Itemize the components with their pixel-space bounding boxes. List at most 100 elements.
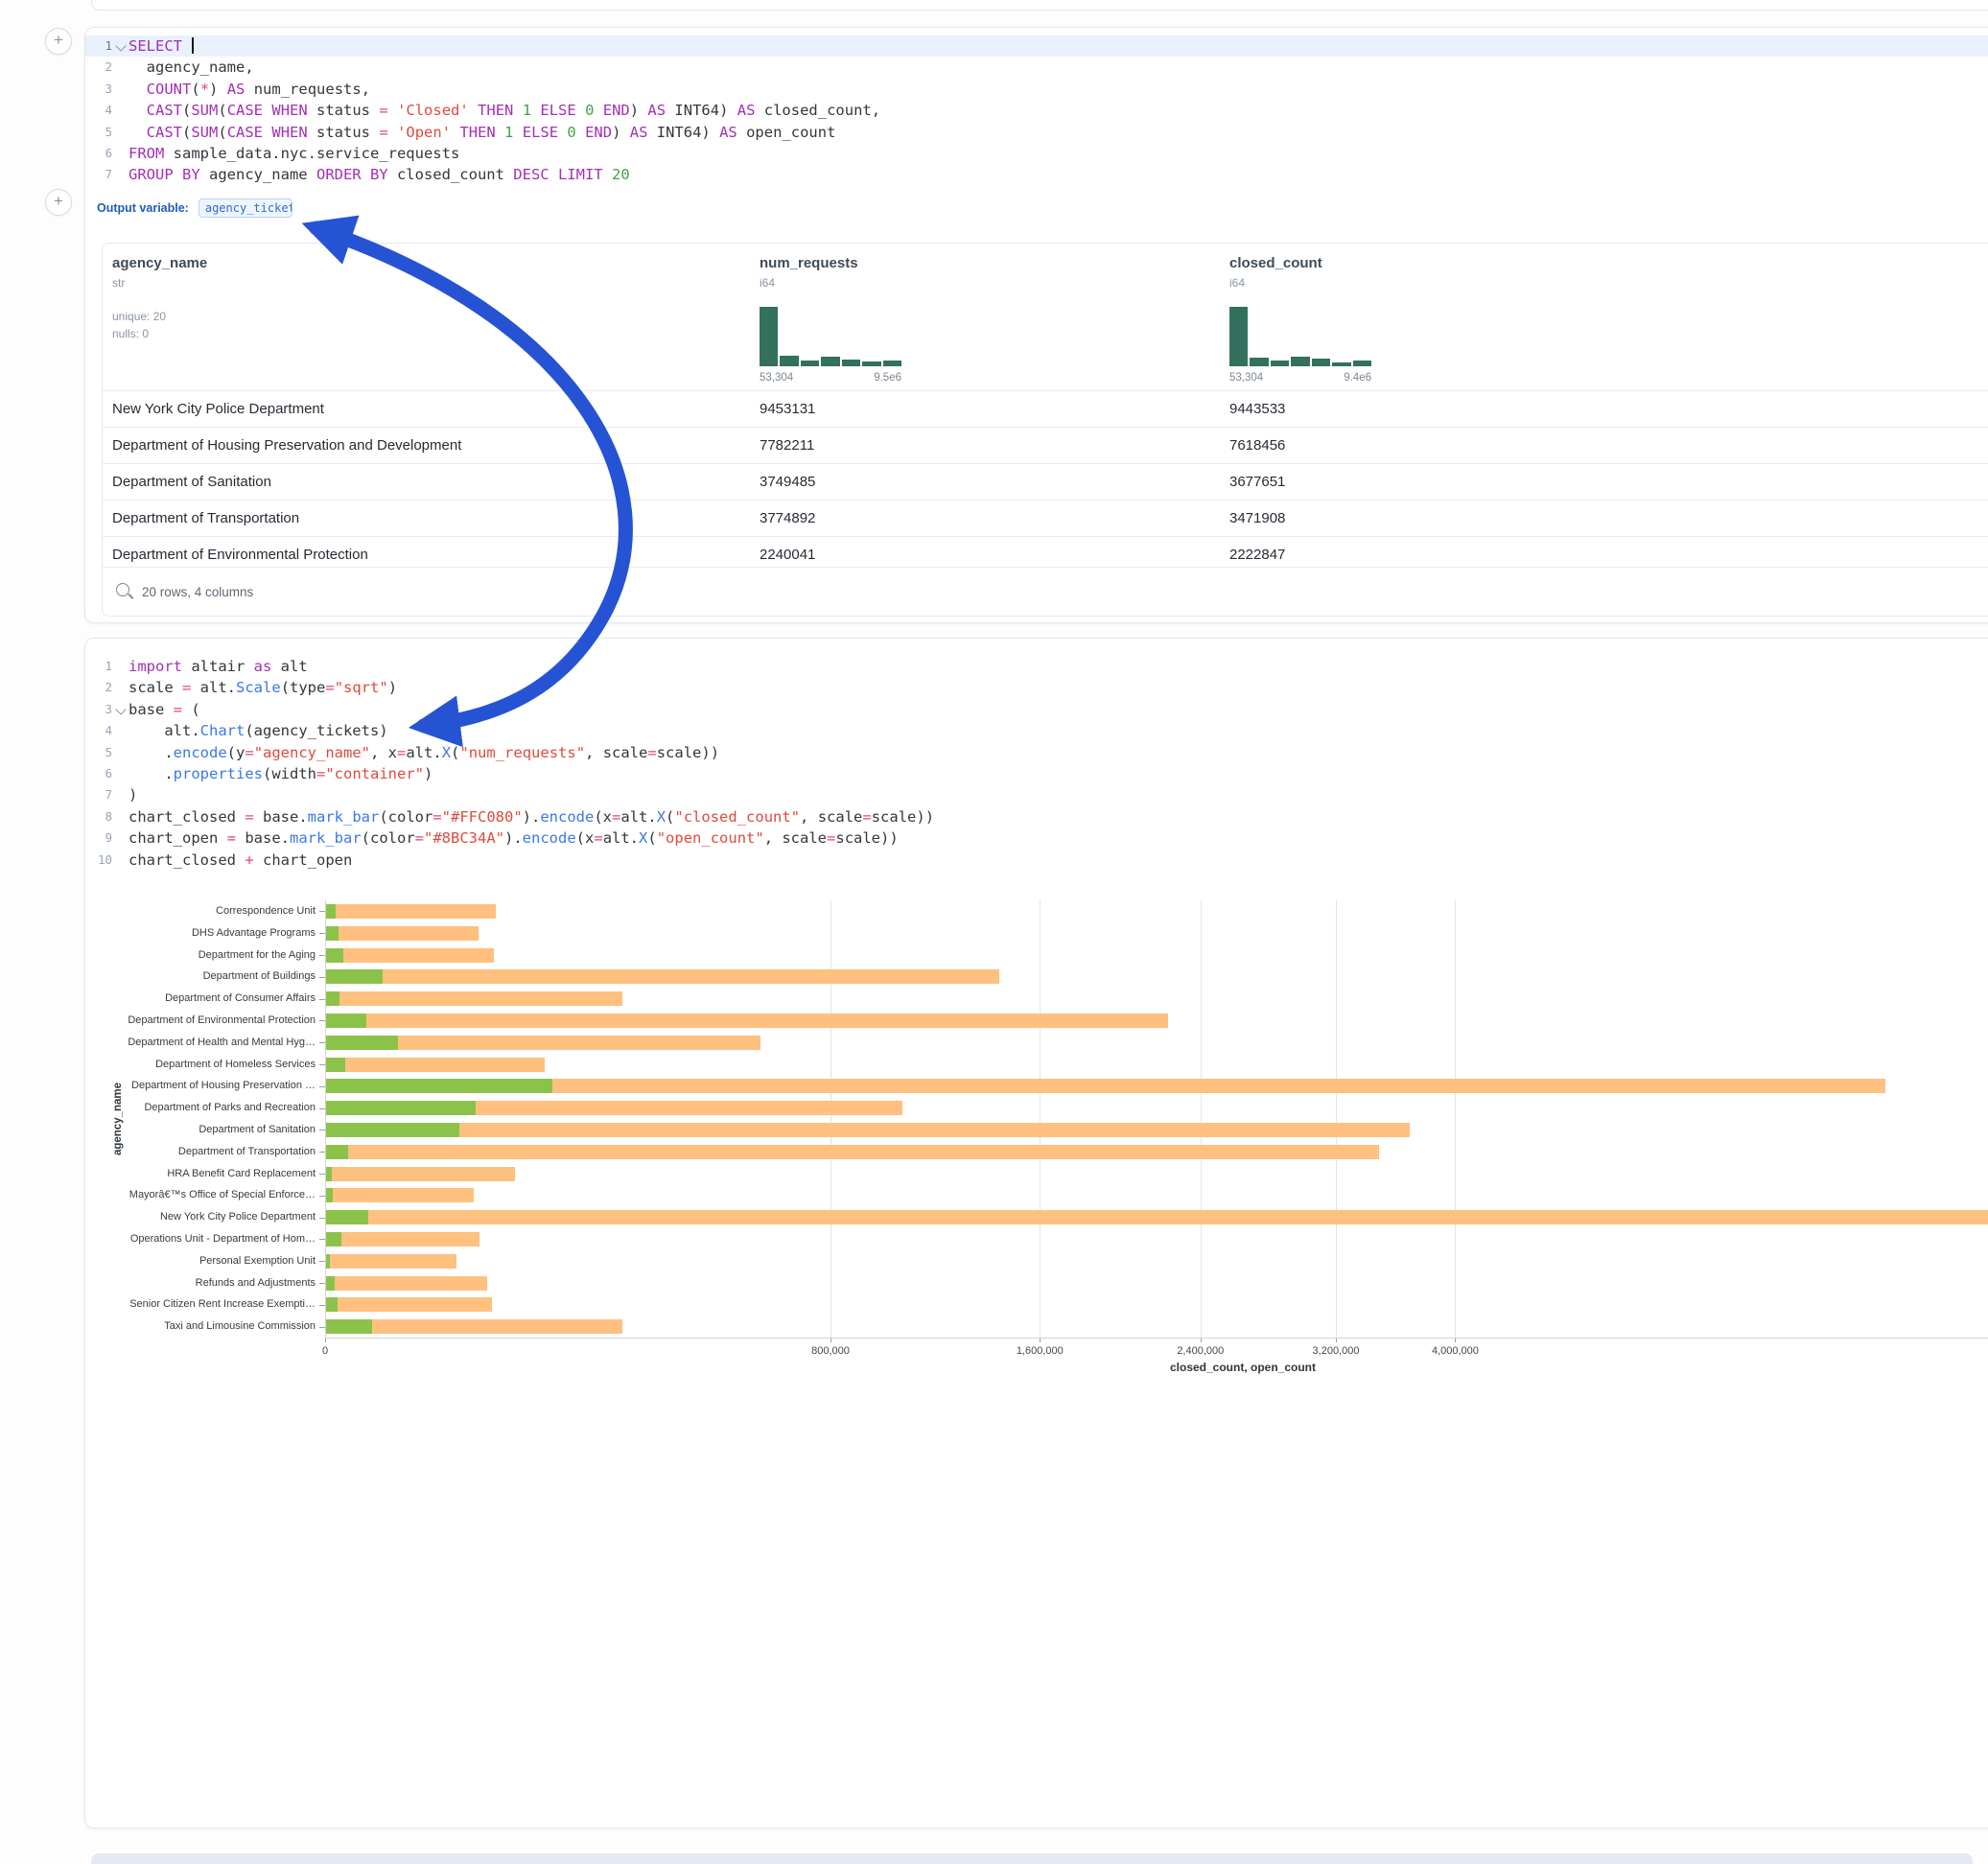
code-token: (agency_tickets) — [245, 722, 387, 739]
code-token: encode — [174, 744, 227, 761]
x-axis-line — [325, 1338, 1988, 1339]
code-text: scale = alt.Scale(type="sqrt") — [129, 677, 1988, 698]
search-button[interactable] — [116, 583, 129, 601]
line-number: 4 — [105, 720, 112, 741]
code-line[interactable]: 5 CAST(SUM(CASE WHEN status = 'Open' THE… — [85, 122, 1988, 143]
table-cell: Department of Transportation — [112, 501, 726, 536]
code-line[interactable]: 5 .encode(y="agency_name", x=alt.X("num_… — [85, 742, 1988, 763]
code-line[interactable]: 10chart_closed + chart_open — [85, 850, 1988, 871]
code-line[interactable]: 7GROUP BY agency_name ORDER BY closed_co… — [85, 164, 1988, 185]
histogram-bar — [862, 361, 880, 366]
code-token: AS — [719, 124, 737, 141]
y-axis-label: Department of Homeless Services — [85, 1059, 316, 1070]
code-token: ( — [182, 102, 191, 119]
code-token: status — [308, 124, 380, 141]
code-line[interactable]: 3 COUNT(*) AS num_requests, — [85, 79, 1988, 100]
code-token — [388, 124, 397, 141]
code-token: WHEN — [271, 124, 307, 141]
line-number-gutter: 7 — [85, 784, 128, 805]
column-name[interactable]: closed_count — [1229, 255, 1322, 271]
code-line[interactable]: 4 alt.Chart(agency_tickets) — [85, 720, 1988, 741]
code-token — [603, 166, 612, 183]
add-cell-button[interactable]: + — [45, 189, 72, 216]
code-token: ). — [523, 808, 541, 826]
add-cell-button[interactable]: + — [45, 28, 72, 55]
code-token: altair — [182, 658, 254, 675]
code-text: COUNT(*) AS num_requests, — [129, 79, 1988, 100]
y-axis-tick — [319, 977, 325, 978]
code-line[interactable]: 3base = ( — [85, 699, 1988, 720]
code-token: mark_bar — [290, 829, 362, 847]
line-number-gutter: 4 — [85, 720, 128, 741]
y-axis-label: Senior Citizen Rent Increase Exempti… — [85, 1298, 316, 1310]
code-token — [594, 102, 602, 119]
collapsed-cell[interactable] — [91, 1853, 1973, 1864]
code-token — [388, 102, 397, 119]
code-token: AS — [737, 102, 756, 119]
python-code-editor[interactable]: 1import altair as alt2scale = alt.Scale(… — [85, 639, 1988, 871]
table-column-header: agency_namestrunique: 20nulls: 0 — [112, 255, 207, 290]
y-axis-tick — [319, 1218, 325, 1219]
histogram-bar — [842, 360, 860, 366]
line-number: 2 — [105, 57, 112, 78]
line-number: 6 — [105, 763, 112, 784]
x-axis-title: closed_count, open_count — [1170, 1361, 1316, 1374]
x-tick-label: 2,400,000 — [1177, 1345, 1224, 1357]
y-axis-tick — [319, 1152, 325, 1153]
code-line[interactable]: 6FROM sample_data.nyc.service_requests — [85, 143, 1988, 164]
open-count-bar — [326, 1036, 398, 1050]
y-axis-label: Taxi and Limousine Commission — [85, 1320, 316, 1332]
open-count-bar — [326, 1319, 372, 1334]
column-name[interactable]: num_requests — [760, 255, 858, 271]
code-token: Scale — [236, 679, 281, 696]
code-token: END — [585, 124, 612, 141]
line-number: 7 — [105, 784, 112, 805]
open-count-bar — [326, 1058, 345, 1072]
column-name[interactable]: agency_name — [112, 255, 207, 271]
open-count-bar — [326, 1254, 330, 1269]
table-footer: 20 rows, 4 columns — [103, 567, 1988, 616]
table-cell: 3471908 — [1229, 501, 1517, 536]
code-line[interactable]: 2scale = alt.Scale(type="sqrt") — [85, 677, 1988, 698]
output-variable-pill[interactable]: agency_tickets — [199, 198, 292, 218]
code-token — [263, 102, 271, 119]
code-line[interactable]: 6 .properties(width="container") — [85, 763, 1988, 784]
code-line[interactable]: 4 CAST(SUM(CASE WHEN status = 'Closed' T… — [85, 100, 1988, 121]
code-token — [513, 102, 522, 119]
table-row[interactable]: Department of Environmental Protection22… — [103, 536, 1988, 572]
code-line[interactable]: 7) — [85, 784, 1988, 805]
y-axis-tick — [319, 1283, 325, 1284]
output-variable-label: Output variable: — [97, 201, 189, 215]
code-line[interactable]: 2 agency_name, — [85, 57, 1988, 78]
code-token — [182, 37, 191, 55]
closed-count-bar — [326, 991, 622, 1006]
code-token: "agency_name" — [254, 744, 370, 761]
y-axis-label: Mayorâ€™s Office of Special Enforce… — [85, 1189, 316, 1200]
fold-chevron-icon[interactable] — [115, 40, 126, 51]
code-token: mark_bar — [308, 808, 380, 826]
table-row[interactable]: New York City Police Department945313194… — [103, 390, 1988, 427]
code-line[interactable]: 1import altair as alt — [85, 656, 1988, 677]
gridline — [1336, 900, 1337, 1338]
closed-count-bar — [326, 1297, 492, 1312]
closed-count-bar — [326, 904, 496, 919]
code-line[interactable]: 8chart_closed = base.mark_bar(color="#FF… — [85, 806, 1988, 827]
code-token: LIMIT — [558, 166, 603, 183]
code-token: = — [245, 808, 253, 826]
code-token: alt. — [191, 679, 236, 696]
fold-chevron-icon[interactable] — [115, 704, 126, 714]
table-row[interactable]: Department of Housing Preservation and D… — [103, 427, 1988, 463]
code-line[interactable]: 1SELECT — [85, 35, 1988, 57]
code-token — [451, 124, 459, 141]
code-token: THEN — [478, 102, 513, 119]
code-line[interactable]: 9chart_open = base.mark_bar(color="#8BC3… — [85, 827, 1988, 849]
table-row[interactable]: Department of Transportation377489234719… — [103, 500, 1988, 536]
table-row[interactable]: Department of Sanitation37494853677651 — [103, 463, 1988, 500]
gridline — [1455, 900, 1456, 1338]
closed-count-bar — [326, 1058, 545, 1072]
y-axis-tick — [319, 911, 325, 912]
code-token: WHEN — [271, 102, 307, 119]
histogram-range-labels: 53,3049.5e6 — [760, 372, 901, 384]
histogram-max-label: 9.5e6 — [874, 372, 901, 384]
sql-code-editor[interactable]: 1SELECT 2 agency_name,3 COUNT(*) AS num_… — [85, 28, 1988, 186]
